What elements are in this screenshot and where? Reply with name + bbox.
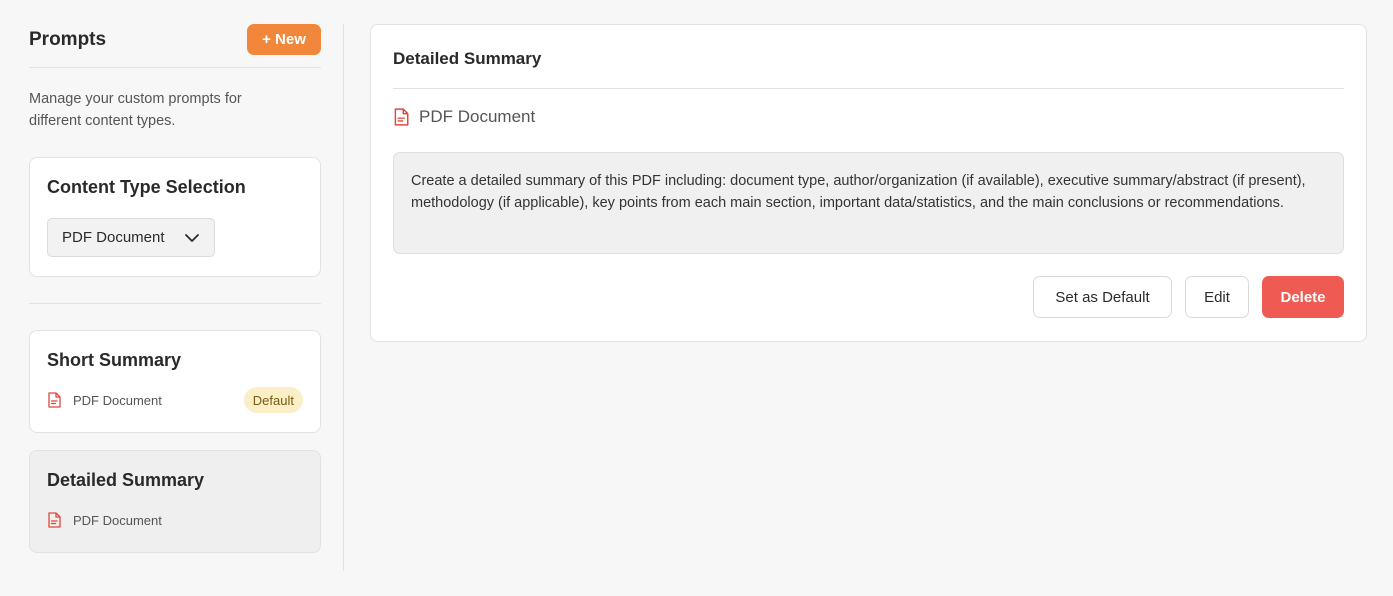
chevron-down-icon	[184, 233, 200, 243]
detail-actions: Set as Default Edit Delete	[393, 276, 1344, 318]
prompt-detail-panel: Detailed Summary PDF Document Create a d…	[370, 24, 1367, 342]
delete-button[interactable]: Delete	[1262, 276, 1344, 318]
content-type-title: Content Type Selection	[47, 177, 246, 197]
prompt-meta: PDF Document	[47, 507, 303, 533]
sidebar-header: Prompts + New	[29, 24, 321, 68]
sidebar: Prompts + New Manage your custom prompts…	[29, 24, 321, 553]
detail-title: Detailed Summary	[393, 25, 1344, 89]
sidebar-title: Prompts	[29, 29, 107, 50]
set-as-default-button[interactable]: Set as Default	[1033, 276, 1172, 318]
prompt-meta: PDF Document Default	[47, 387, 303, 413]
prompt-title: Detailed Summary	[47, 470, 205, 490]
detail-type-label: PDF Document	[419, 107, 536, 126]
pdf-file-icon	[47, 512, 61, 528]
content-type-select[interactable]: PDF Document	[47, 218, 215, 257]
pdf-file-icon	[47, 392, 61, 408]
prompt-card-detailed-summary[interactable]: Detailed Summary PDF Document	[29, 450, 321, 553]
sidebar-separator	[343, 24, 344, 571]
edit-button[interactable]: Edit	[1185, 276, 1249, 318]
sidebar-description: Manage your custom prompts for different…	[29, 91, 242, 129]
pdf-file-icon	[393, 108, 409, 126]
new-prompt-button[interactable]: + New	[247, 24, 321, 55]
prompt-text: Create a detailed summary of this PDF in…	[393, 152, 1344, 254]
detail-type: PDF Document	[393, 107, 1344, 127]
default-badge: Default	[243, 387, 303, 413]
prompt-type: PDF Document	[73, 392, 162, 408]
sidebar-divider	[29, 303, 321, 304]
prompt-title: Short Summary	[47, 350, 182, 370]
content-type-selected: PDF Document	[62, 229, 165, 246]
content-type-card: Content Type Selection PDF Document	[29, 157, 321, 277]
prompt-card-short-summary[interactable]: Short Summary PDF Document Default	[29, 330, 321, 433]
prompt-type: PDF Document	[73, 512, 162, 528]
